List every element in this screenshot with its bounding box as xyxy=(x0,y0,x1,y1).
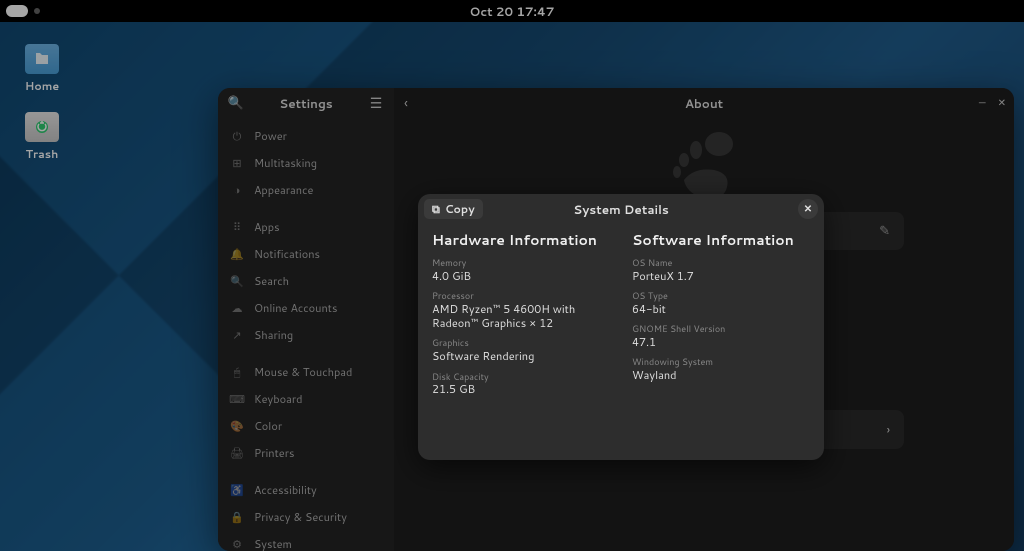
detail-row: Memory4.0 GiB xyxy=(432,258,610,283)
detail-value: 64-bit xyxy=(632,302,810,316)
detail-value: 47.1 xyxy=(632,335,810,349)
detail-value: 21.5 GB xyxy=(432,382,610,396)
detail-row: ProcessorAMD Ryzen™ 5 4600H with Radeon™… xyxy=(432,291,610,330)
detail-row: Disk Capacity21.5 GB xyxy=(432,372,610,397)
detail-value: PorteuX 1.7 xyxy=(632,269,810,283)
detail-value: 4.0 GiB xyxy=(432,269,610,283)
detail-row: Windowing SystemWayland xyxy=(632,357,810,382)
hardware-heading: Hardware Information xyxy=(432,230,610,250)
copy-button[interactable]: ⧉ Copy xyxy=(424,199,483,219)
detail-value: AMD Ryzen™ 5 4600H with Radeon™ Graphics… xyxy=(432,302,610,331)
detail-value: Wayland xyxy=(632,368,810,382)
system-details-dialog: ⧉ Copy System Details ✕ Hardware Informa… xyxy=(418,194,824,460)
copy-label: Copy xyxy=(445,201,475,217)
detail-row: OS Type64-bit xyxy=(632,291,810,316)
software-heading: Software Information xyxy=(632,230,810,250)
detail-row: OS NamePorteuX 1.7 xyxy=(632,258,810,283)
hardware-column: Hardware Information Memory4.0 GiB Proces… xyxy=(432,230,610,454)
dialog-title: System Details xyxy=(573,201,669,218)
software-column: Software Information OS NamePorteuX 1.7 O… xyxy=(632,230,810,454)
dialog-close-button[interactable]: ✕ xyxy=(798,199,818,219)
detail-row: GNOME Shell Version47.1 xyxy=(632,324,810,349)
detail-value: Software Rendering xyxy=(432,349,610,363)
copy-icon: ⧉ xyxy=(432,201,440,217)
detail-row: GraphicsSoftware Rendering xyxy=(432,338,610,363)
detail-label: GNOME Shell Version xyxy=(632,324,810,335)
